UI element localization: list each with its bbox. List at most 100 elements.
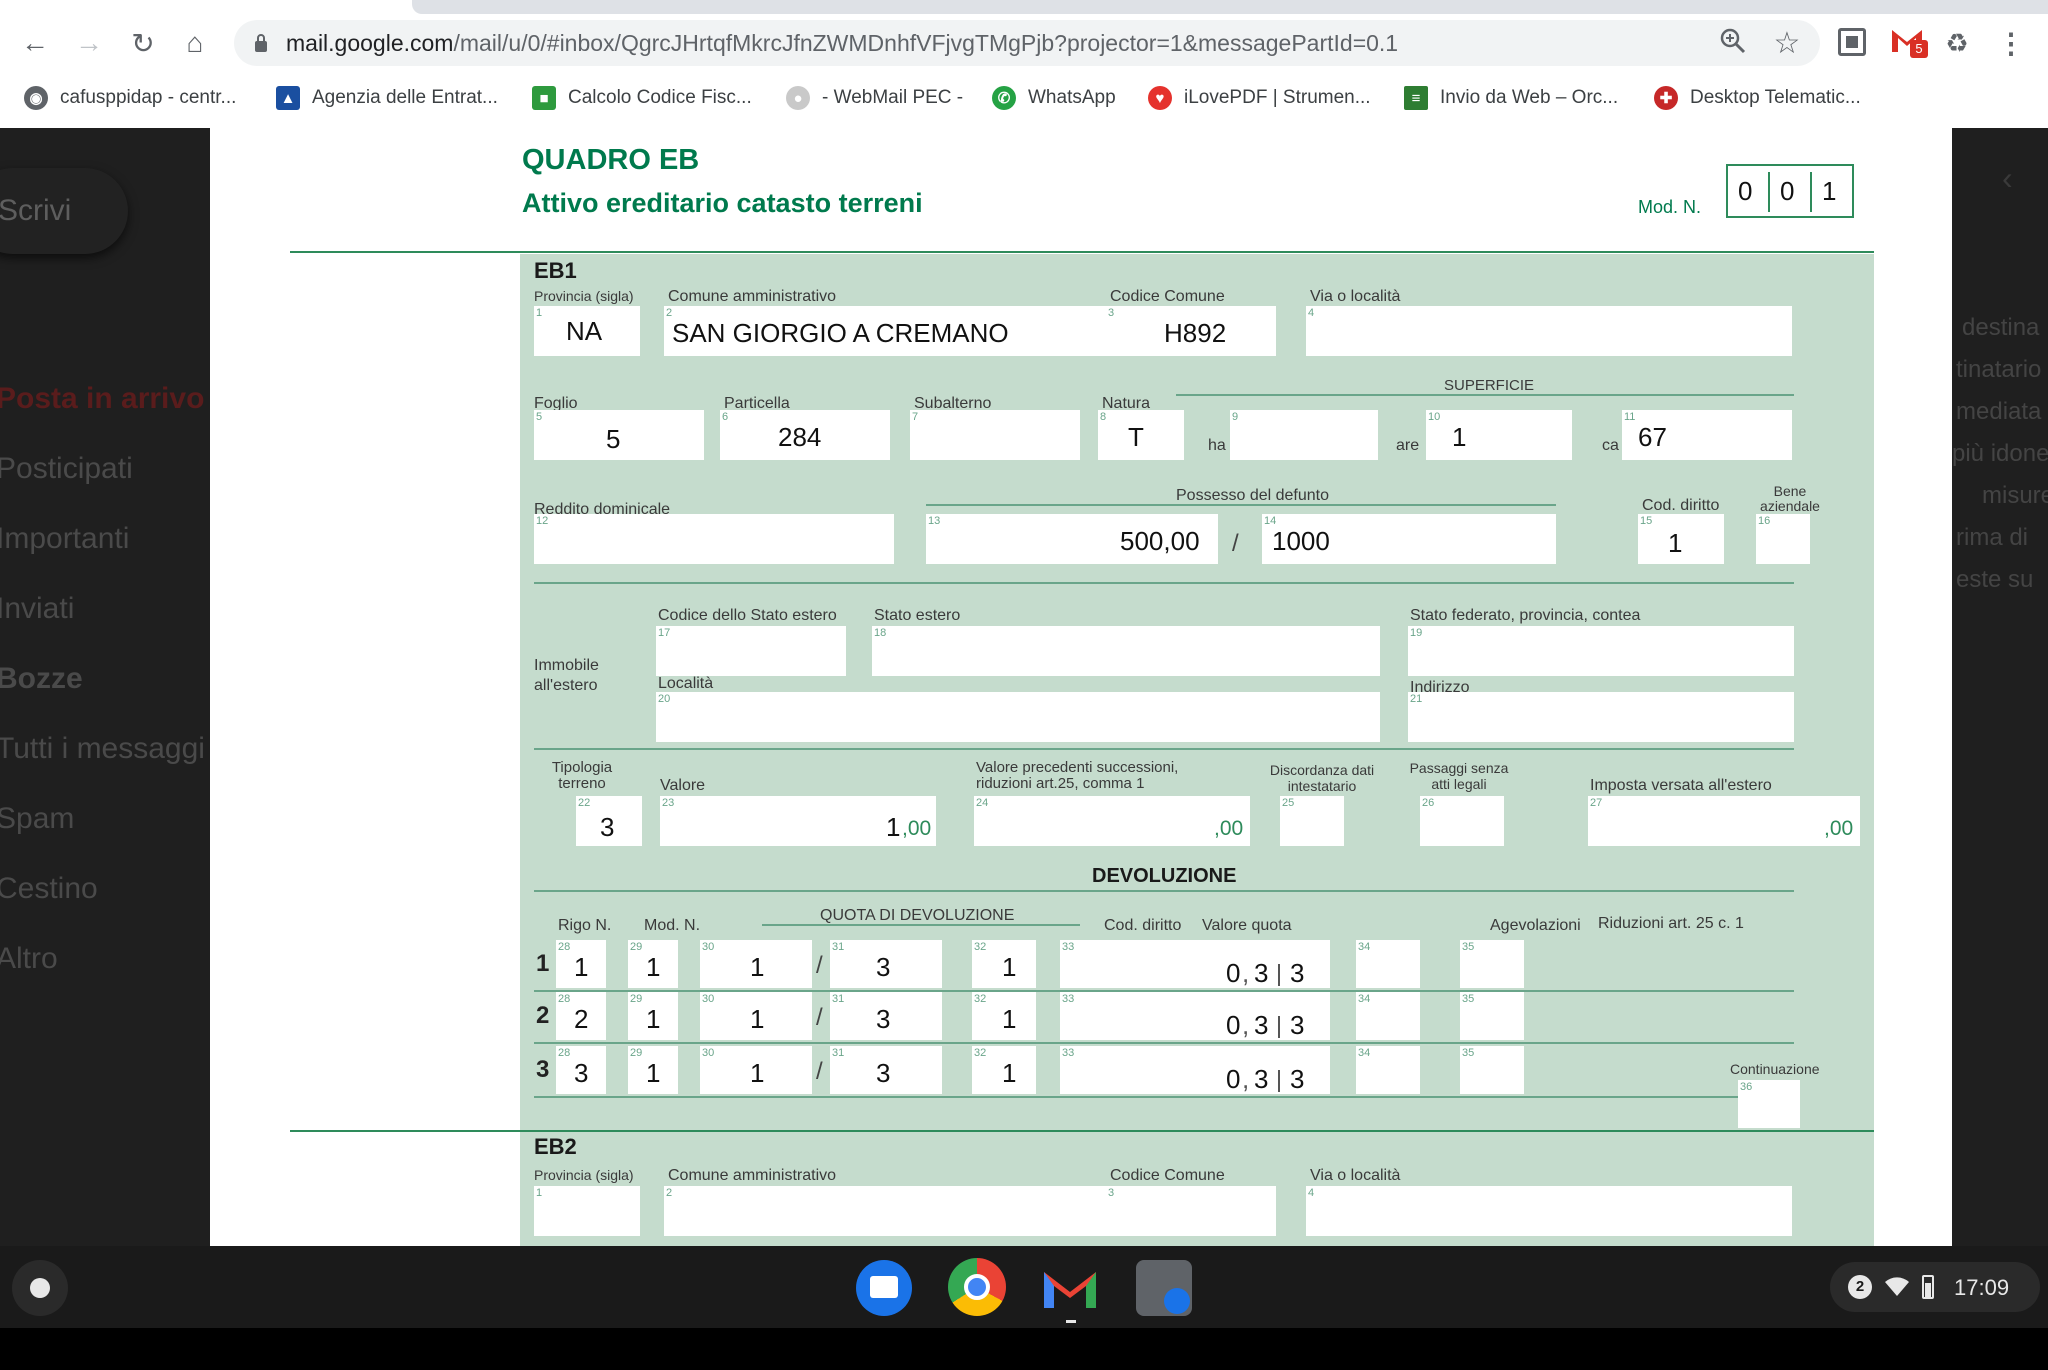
localita-field[interactable]: 20: [656, 692, 1380, 742]
codice-stato-field[interactable]: 17: [656, 626, 846, 676]
forward-icon[interactable]: →: [72, 26, 106, 60]
ca-field[interactable]: 11 67: [1622, 410, 1792, 460]
quota-numerator-field[interactable]: 30 1: [700, 1046, 812, 1094]
extension-icon[interactable]: [1838, 28, 1866, 56]
devoluzione-title: DEVOLUZIONE: [1092, 865, 1237, 887]
continuazione-field[interactable]: 36: [1738, 1080, 1800, 1128]
bookmark-item[interactable]: ✚ Desktop Telematic...: [1654, 82, 1861, 114]
tipologia-field[interactable]: 22 3: [576, 796, 642, 846]
nav-item-trash[interactable]: Cestino: [0, 872, 98, 906]
agevolazioni-field[interactable]: 34: [1356, 992, 1420, 1040]
valore-field[interactable]: 23 1,00: [660, 796, 936, 846]
row-divider: [534, 1042, 1794, 1044]
bookmark-item[interactable]: ◉ cafusppidap - centr...: [24, 82, 236, 114]
calculator-app-icon[interactable]: [1136, 1260, 1192, 1316]
valore-quota-field[interactable]: 33 0, 3 3: [1060, 992, 1330, 1040]
valore-quota-field[interactable]: 33 0, 3 3: [1060, 940, 1330, 988]
nav-item-all-mail[interactable]: Tutti i messaggi: [0, 732, 205, 766]
nav-item-snoozed[interactable]: Posticipati: [0, 452, 133, 486]
devoluzione-cod-field[interactable]: 32 1: [972, 1046, 1036, 1094]
puzzle-icon[interactable]: ♻: [1940, 26, 1974, 60]
valore-quota-field[interactable]: 33 0, 3 3: [1060, 1046, 1330, 1094]
discordanza-field[interactable]: 25: [1280, 796, 1344, 846]
possesso-denominator-field[interactable]: 14 1000: [1262, 514, 1556, 564]
riduzioni-field[interactable]: 35: [1460, 940, 1524, 988]
rigo-field[interactable]: 28 3: [556, 1046, 606, 1094]
bookmark-star-icon[interactable]: ☆: [1770, 26, 1804, 60]
home-icon[interactable]: ⌂: [178, 26, 212, 60]
bookmark-item[interactable]: ✆ WhatsApp: [992, 82, 1116, 114]
nav-item-spam[interactable]: Spam: [0, 802, 74, 836]
passaggi-field[interactable]: 26: [1420, 796, 1504, 846]
quota-denominator-field[interactable]: 31 3: [830, 992, 942, 1040]
possesso-numerator-field[interactable]: 13 500,00: [926, 514, 1218, 564]
address-bar[interactable]: mail.google.com/mail/u/0/#inbox/QgrcJHrt…: [234, 20, 1820, 66]
compose-button[interactable]: Scrivi: [0, 168, 128, 254]
valore-precedenti-field[interactable]: 24,00: [974, 796, 1250, 846]
rigo-field[interactable]: 28 1: [556, 940, 606, 988]
nav-item-drafts[interactable]: Bozze: [0, 662, 83, 696]
rigo-value: 1: [574, 952, 589, 982]
subalterno-field[interactable]: 7: [910, 410, 1080, 460]
back-icon[interactable]: ←: [18, 26, 52, 60]
foglio-field[interactable]: 55: [534, 410, 704, 460]
cod-diritto-field[interactable]: 15 1: [1638, 514, 1724, 564]
gmail-app-icon[interactable]: [1040, 1264, 1100, 1310]
quota-numerator-field[interactable]: 30 1: [700, 940, 812, 988]
chrome-app-icon[interactable]: [948, 1258, 1006, 1316]
codice-comune-field[interactable]: 3 H892: [1106, 306, 1276, 356]
chevron-left-icon[interactable]: ‹: [2002, 160, 2013, 197]
devoluzione-mod-field[interactable]: 29 1: [628, 992, 678, 1040]
particella-field[interactable]: 6 284: [720, 410, 890, 460]
valore-quota-digit: 3: [1254, 1010, 1269, 1040]
bookmark-item[interactable]: ▲ Agenzia delle Entrat...: [276, 82, 498, 114]
agevolazioni-field[interactable]: 34: [1356, 940, 1420, 988]
via-field[interactable]: 4: [1306, 306, 1792, 356]
devoluzione-cod-field[interactable]: 32 1: [972, 992, 1036, 1040]
eb2-codice-comune-field[interactable]: 3: [1106, 1186, 1276, 1236]
bene-field[interactable]: 16: [1756, 514, 1810, 564]
reload-icon[interactable]: ↻: [126, 26, 160, 60]
bookmark-item[interactable]: ■ Calcolo Codice Fisc...: [532, 82, 752, 114]
stato-federato-field[interactable]: 19: [1408, 626, 1794, 676]
files-app-icon[interactable]: [856, 1260, 912, 1316]
reddito-field[interactable]: 12: [534, 514, 894, 564]
globe-icon: ◉: [24, 86, 48, 110]
imposta-field[interactable]: 27,00: [1588, 796, 1860, 846]
continuazione-label: Continuazione: [1730, 1061, 1820, 1077]
nav-item-sent[interactable]: Inviati: [0, 592, 74, 626]
bookmark-item[interactable]: ● - WebMail PEC -: [786, 82, 963, 114]
quota-denominator-field[interactable]: 31 3: [830, 940, 942, 988]
ha-field[interactable]: 9: [1230, 410, 1378, 460]
natura-field[interactable]: 8T: [1098, 410, 1184, 460]
eb2-comune-field[interactable]: 2: [664, 1186, 1118, 1236]
devoluzione-cod-field[interactable]: 32 1: [972, 940, 1036, 988]
quota-numerator-field[interactable]: 30 1: [700, 992, 812, 1040]
eb2-via-field[interactable]: 4: [1306, 1186, 1792, 1236]
eb2-provincia-field[interactable]: 1: [534, 1186, 640, 1236]
devoluzione-mod-field[interactable]: 29 1: [628, 940, 678, 988]
nav-item-inbox[interactable]: Posta in arrivo: [0, 382, 204, 416]
status-tray[interactable]: 2 17:09: [1830, 1262, 2040, 1312]
bookmark-item[interactable]: ♥ iLovePDF | Strumen...: [1148, 82, 1371, 114]
riduzioni-field[interactable]: 35: [1460, 1046, 1524, 1094]
rigo-field[interactable]: 28 2: [556, 992, 606, 1040]
nav-item-more[interactable]: Altro: [0, 942, 58, 976]
riduzioni-field[interactable]: 35: [1460, 992, 1524, 1040]
gmail-extension-icon[interactable]: 5: [1890, 26, 1928, 60]
bookmark-item[interactable]: ≡ Invio da Web – Orc...: [1404, 82, 1618, 114]
provincia-field[interactable]: 1 NA: [534, 306, 640, 356]
are-field[interactable]: 10 1: [1426, 410, 1572, 460]
launcher-button[interactable]: [12, 1260, 68, 1316]
comune-field[interactable]: 2 SAN GIORGIO A CREMANO: [664, 306, 1118, 356]
agevolazioni-field[interactable]: 34: [1356, 1046, 1420, 1094]
devoluzione-cod-value: 1: [1002, 1004, 1017, 1034]
row-divider: [534, 1096, 1794, 1098]
indirizzo-field[interactable]: 21: [1408, 692, 1794, 742]
devoluzione-mod-field[interactable]: 29 1: [628, 1046, 678, 1094]
nav-item-important[interactable]: Importanti: [0, 522, 129, 556]
menu-icon[interactable]: ⋮: [1994, 26, 2028, 60]
zoom-icon[interactable]: [1720, 28, 1746, 54]
quota-denominator-field[interactable]: 31 3: [830, 1046, 942, 1094]
stato-estero-field[interactable]: 18: [872, 626, 1380, 676]
